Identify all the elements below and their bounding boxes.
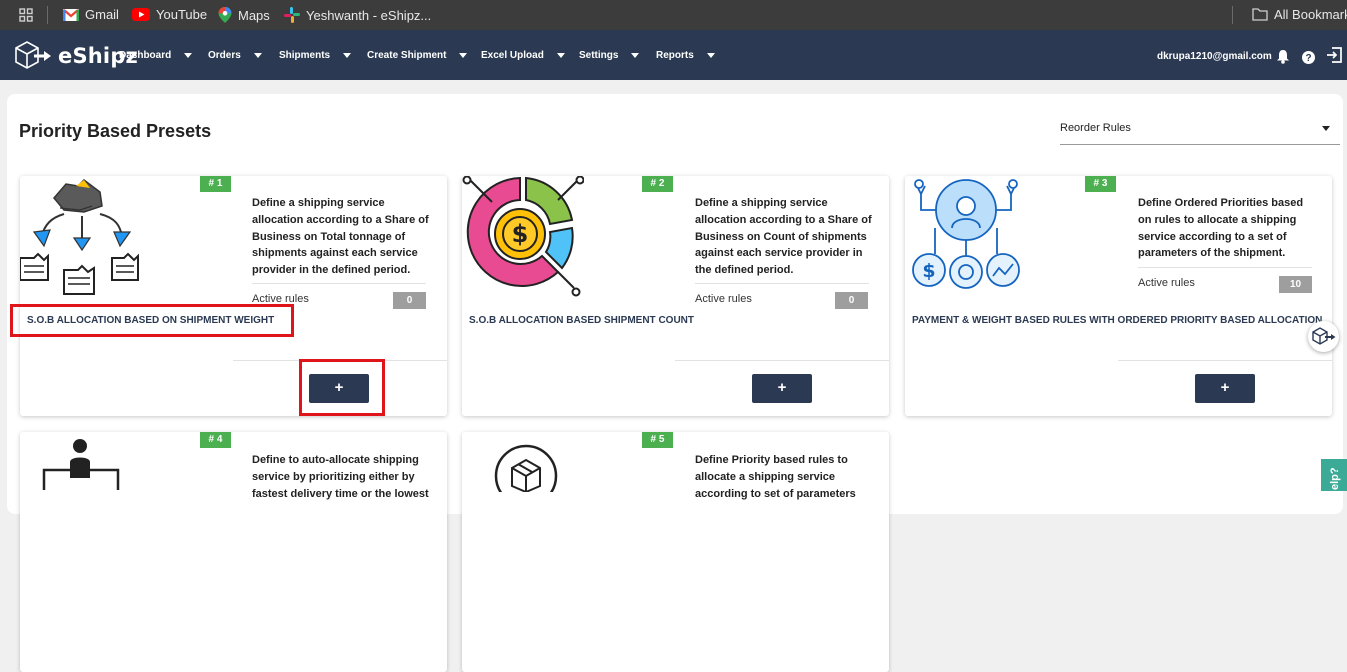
nav-excel-upload[interactable]: Excel Upload <box>481 50 565 61</box>
bookmark-label: Yeshwanth - eShipz... <box>306 7 432 23</box>
highlight-box <box>10 304 294 337</box>
folder-icon <box>1252 8 1268 21</box>
card-number-badge: # 5 <box>642 432 673 448</box>
help-icon[interactable]: ? <box>1302 51 1315 64</box>
slack-icon <box>284 7 300 23</box>
all-bookmarks[interactable]: All Bookmarks <box>1252 7 1347 22</box>
nav-orders[interactable]: Orders <box>208 50 262 61</box>
priority-network-icon: $ <box>912 179 1020 289</box>
card-title: S.O.B ALLOCATION BASED SHIPMENT COUNT <box>469 315 694 326</box>
bell-icon[interactable] <box>1276 49 1290 64</box>
page-title: Priority Based Presets <box>19 121 212 141</box>
divider <box>1138 267 1312 268</box>
svg-text:?: ? <box>1305 53 1311 64</box>
chevron-down-icon <box>631 53 640 58</box>
chevron-down-icon <box>184 53 193 58</box>
nav-create-shipment[interactable]: Create Shipment <box>367 50 468 61</box>
svg-text:$: $ <box>922 260 935 282</box>
nav-label: Create Shipment <box>367 50 447 61</box>
card-description: Define Ordered Priorities based on rules… <box>1138 197 1304 260</box>
preset-card-4: # 4 Define to auto-allocate shipping ser… <box>20 432 447 672</box>
help-tab[interactable]: elp? <box>1321 459 1347 491</box>
bookmark-label: YouTube <box>156 7 208 22</box>
person-hierarchy-icon <box>42 439 120 490</box>
package-box-icon <box>494 444 558 492</box>
nav-label: Shipments <box>279 50 331 61</box>
eshipz-box-icon <box>1312 327 1336 345</box>
bookmark-gmail[interactable]: Gmail <box>63 7 119 22</box>
bookmarks-separator <box>1232 6 1233 24</box>
card-description: Define Priority based rules to allocate … <box>695 454 856 500</box>
chevron-down-icon <box>556 53 565 58</box>
card-description: Define a shipping service allocation acc… <box>695 197 872 277</box>
chevron-down-icon <box>1322 126 1330 131</box>
card-title: PAYMENT & WEIGHT BASED RULES WITH ORDERE… <box>912 315 1323 326</box>
nav-label: Excel Upload <box>481 50 544 61</box>
top-navbar: eShipz Dashboard Orders Shipments Create… <box>0 30 1347 80</box>
nav-dashboard[interactable]: Dashboard <box>119 50 193 61</box>
weight-allocation-icon <box>20 179 139 295</box>
bookmark-youtube[interactable]: YouTube <box>132 7 207 22</box>
bookmarks-bar: Gmail YouTube Maps Yeshwanth - eShipz...… <box>0 0 1347 30</box>
chevron-down-icon <box>343 53 352 58</box>
card-description: Define a shipping service allocation acc… <box>252 197 429 277</box>
divider <box>695 283 869 284</box>
user-email[interactable]: dkrupa1210@gmail.com <box>1157 51 1272 62</box>
nav-settings[interactable]: Settings <box>579 50 640 61</box>
preset-card-2: $ # 2 Define a shipping service allocati… <box>462 176 889 416</box>
reorder-rules-select[interactable]: Reorder Rules <box>1060 116 1340 145</box>
active-rules-count: 0 <box>835 292 868 309</box>
add-rule-button[interactable]: + <box>1195 374 1255 403</box>
nav-label: Settings <box>579 50 619 61</box>
card-number-badge: # 4 <box>200 432 231 448</box>
divider <box>675 360 889 361</box>
preset-card-3: $ # 3 Define Ordered Priorities based on… <box>905 176 1332 416</box>
active-rules-label: Active rules <box>1138 277 1195 289</box>
help-tab-label: elp? <box>1329 467 1341 490</box>
active-rules-count: 10 <box>1279 276 1312 293</box>
active-rules-count: 0 <box>393 292 426 309</box>
eshipz-box-icon <box>15 41 51 69</box>
reorder-rules-label: Reorder Rules <box>1060 122 1131 134</box>
chevron-down-icon <box>706 53 715 58</box>
nav-label: Reports <box>656 50 694 61</box>
bookmark-label: Gmail <box>85 7 119 22</box>
nav-label: Orders <box>208 50 241 61</box>
card-number-badge: # 3 <box>1085 176 1116 192</box>
bookmark-maps[interactable]: Maps <box>218 7 270 23</box>
add-rule-button[interactable]: + <box>752 374 812 403</box>
bookmark-eshipz-slack[interactable]: Yeshwanth - eShipz... <box>284 7 431 23</box>
apps-grid-icon[interactable] <box>19 8 33 22</box>
card-number-badge: # 2 <box>642 176 673 192</box>
floating-eshipz-button[interactable] <box>1308 321 1339 352</box>
highlight-box <box>299 359 385 416</box>
preset-card-5: # 5 Define Priority based rules to alloc… <box>462 432 889 672</box>
all-bookmarks-label: All Bookmarks <box>1274 7 1347 22</box>
svg-text:$: $ <box>512 220 529 248</box>
card-description: Define to auto-allocate shipping service… <box>252 454 429 500</box>
divider <box>252 283 426 284</box>
maps-icon <box>218 7 232 23</box>
nav-shipments[interactable]: Shipments <box>279 50 352 61</box>
bookmark-label: Maps <box>238 7 270 23</box>
chevron-down-icon <box>459 53 468 58</box>
logout-icon[interactable] <box>1326 47 1342 63</box>
nav-reports[interactable]: Reports <box>656 50 715 61</box>
dollar-pie-chart-icon: $ <box>462 176 584 297</box>
nav-label: Dashboard <box>119 50 172 61</box>
active-rules-label: Active rules <box>695 293 752 305</box>
gmail-icon <box>63 8 79 21</box>
chevron-down-icon <box>253 53 262 58</box>
bookmarks-separator <box>47 6 48 24</box>
divider <box>1118 360 1332 361</box>
youtube-icon <box>132 8 150 21</box>
card-number-badge: # 1 <box>200 176 231 192</box>
